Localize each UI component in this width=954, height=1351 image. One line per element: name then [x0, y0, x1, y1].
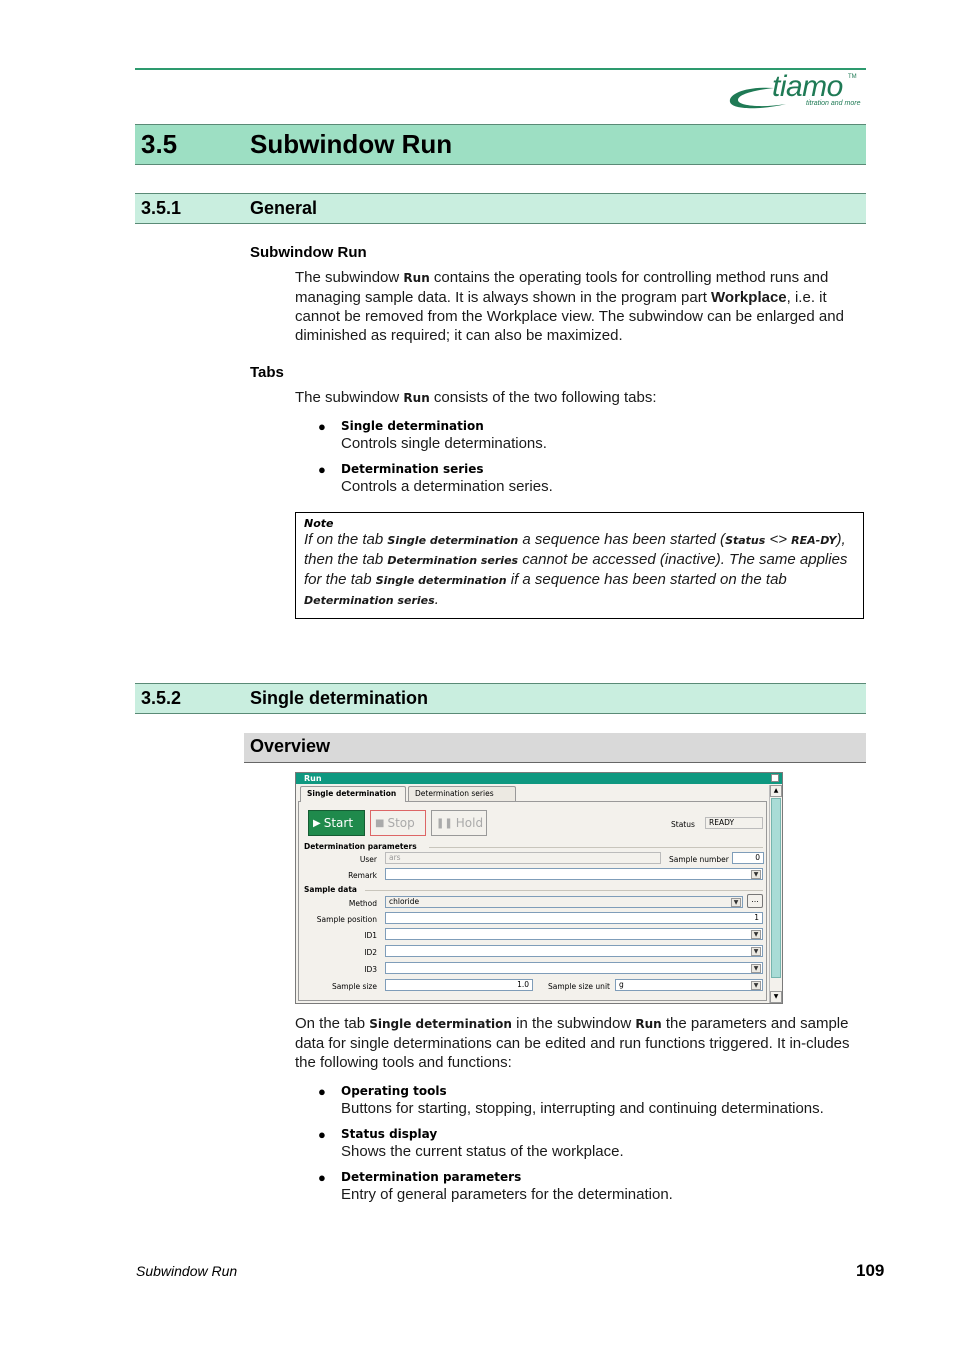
user-field: ars: [385, 852, 661, 864]
subsection-general-heading: 3.5.1 General: [135, 193, 866, 224]
sample-number-field[interactable]: 0: [732, 852, 764, 864]
single-paragraph: On the tab Single determination in the s…: [295, 1015, 850, 1071]
sample-position-field[interactable]: 1: [385, 912, 763, 924]
list-item-text: Controls a determination series.: [341, 478, 553, 495]
list-item-title: Determination series: [341, 462, 484, 476]
subwindow-run-heading: Subwindow Run: [250, 244, 367, 261]
window-title: Run: [304, 774, 322, 783]
chevron-down-icon[interactable]: ▼: [751, 870, 761, 879]
bullet-icon: ●: [318, 1084, 326, 1099]
scroll-up-icon[interactable]: ▲: [770, 785, 782, 797]
sample-size-field[interactable]: 1.0: [385, 979, 533, 991]
subsection-title: Single determination: [250, 688, 429, 708]
list-item-text: Shows the current status of the workplac…: [341, 1143, 624, 1160]
chevron-down-icon[interactable]: ▼: [751, 947, 761, 956]
run-subwindow: Run Single determination Determination s…: [295, 772, 783, 1004]
scrollbar-thumb[interactable]: [771, 798, 781, 978]
sample-size-unit-select[interactable]: g ▼: [615, 979, 763, 991]
scroll-down-icon[interactable]: ▼: [770, 991, 782, 1003]
pause-icon: ❚❚: [436, 817, 453, 829]
id2-label: ID2: [364, 948, 377, 957]
status-display: READY: [705, 817, 763, 829]
id1-field[interactable]: ▼: [385, 928, 763, 940]
tab-single-determination[interactable]: Single determination: [300, 786, 406, 802]
sample-size-label: Sample size: [331, 982, 377, 991]
play-icon: ▶: [313, 817, 321, 829]
sample-position-label: Sample position: [316, 915, 377, 924]
section-heading: 3.5 Subwindow Run: [135, 124, 866, 165]
tab-strip: Single determination Determination serie…: [300, 786, 766, 802]
id1-label: ID1: [364, 931, 377, 940]
id3-label: ID3: [364, 965, 377, 974]
list-item-title: Determination parameters: [341, 1170, 522, 1184]
group-divider: [429, 847, 763, 848]
method-select[interactable]: chloride ▼: [385, 896, 743, 908]
logo-trademark: TM: [848, 74, 857, 80]
chevron-down-icon[interactable]: ▼: [751, 930, 761, 939]
maximize-icon[interactable]: [771, 774, 779, 782]
overview-title: Overview: [250, 736, 331, 756]
subsection-number: 3.5.1: [141, 198, 182, 218]
page-number: 109: [856, 1261, 885, 1280]
method-browse-button[interactable]: ...: [747, 894, 763, 908]
vertical-scrollbar[interactable]: ▲ ▼: [769, 785, 782, 1003]
bullet-icon: ●: [318, 1127, 326, 1142]
list-item-text: Buttons for starting, stopping, interrup…: [341, 1100, 824, 1117]
id3-field[interactable]: ▼: [385, 962, 763, 974]
group-sample-data: Sample data: [304, 885, 357, 894]
header-rule: [135, 68, 866, 70]
note-box: Note If on the tab Single determination …: [295, 512, 864, 619]
chevron-down-icon[interactable]: ▼: [731, 898, 741, 907]
subsection-single-heading: 3.5.2 Single determination: [135, 683, 866, 714]
note-text: If on the tab Single determination a seq…: [304, 531, 848, 608]
list-item-title: Status display: [341, 1127, 438, 1141]
tabs-heading: Tabs: [250, 364, 284, 381]
group-determination-parameters: Determination parameters: [304, 842, 417, 851]
list-item-text: Entry of general parameters for the dete…: [341, 1186, 673, 1203]
tabs-paragraph: The subwindow Run consists of the two fo…: [295, 389, 657, 406]
note-title: Note: [304, 517, 334, 530]
chevron-down-icon[interactable]: ▼: [751, 981, 761, 990]
remark-field[interactable]: ▼: [385, 868, 763, 880]
method-label: Method: [348, 899, 377, 908]
list-item-title: Single determination: [341, 419, 484, 433]
logo-wordmark: tiamo: [772, 70, 843, 103]
stop-button[interactable]: ■ Stop: [370, 810, 426, 836]
section-number: 3.5: [141, 129, 178, 159]
bullet-icon: ●: [318, 462, 326, 477]
chevron-down-icon[interactable]: ▼: [751, 964, 761, 973]
list-item-title: Operating tools: [341, 1084, 447, 1098]
list-item-text: Controls single determinations.: [341, 435, 547, 452]
bullet-icon: ●: [318, 419, 326, 434]
tiamo-logo: tiamo TM titration and more: [726, 70, 866, 114]
overview-heading: Overview: [244, 733, 866, 763]
stop-icon: ■: [375, 817, 385, 829]
sample-size-unit-label: Sample size unit: [548, 982, 610, 991]
section-title: Subwindow Run: [250, 129, 453, 159]
subsection-title: General: [250, 198, 318, 218]
subsection-number: 3.5.2: [141, 688, 182, 708]
user-label: User: [359, 855, 377, 864]
sample-number-label: Sample number: [669, 855, 729, 864]
start-button[interactable]: ▶ Start: [308, 810, 365, 836]
group-divider: [365, 890, 763, 891]
tab-determination-series[interactable]: Determination series: [408, 786, 516, 801]
window-title-bar: Run: [296, 773, 782, 784]
id2-field[interactable]: ▼: [385, 945, 763, 957]
single-determination-panel: ▶ Start ■ Stop ❚❚ Hold Status READY Determi…: [298, 801, 767, 1001]
remark-label: Remark: [348, 871, 377, 880]
hold-button[interactable]: ❚❚ Hold: [431, 810, 487, 836]
bullet-icon: ●: [318, 1170, 326, 1185]
footer-chapter: Subwindow Run: [136, 1263, 238, 1279]
general-paragraph: The subwindow Run contains the operating…: [295, 269, 844, 344]
status-label: Status: [671, 820, 695, 829]
logo-tagline: titration and more: [806, 100, 861, 107]
